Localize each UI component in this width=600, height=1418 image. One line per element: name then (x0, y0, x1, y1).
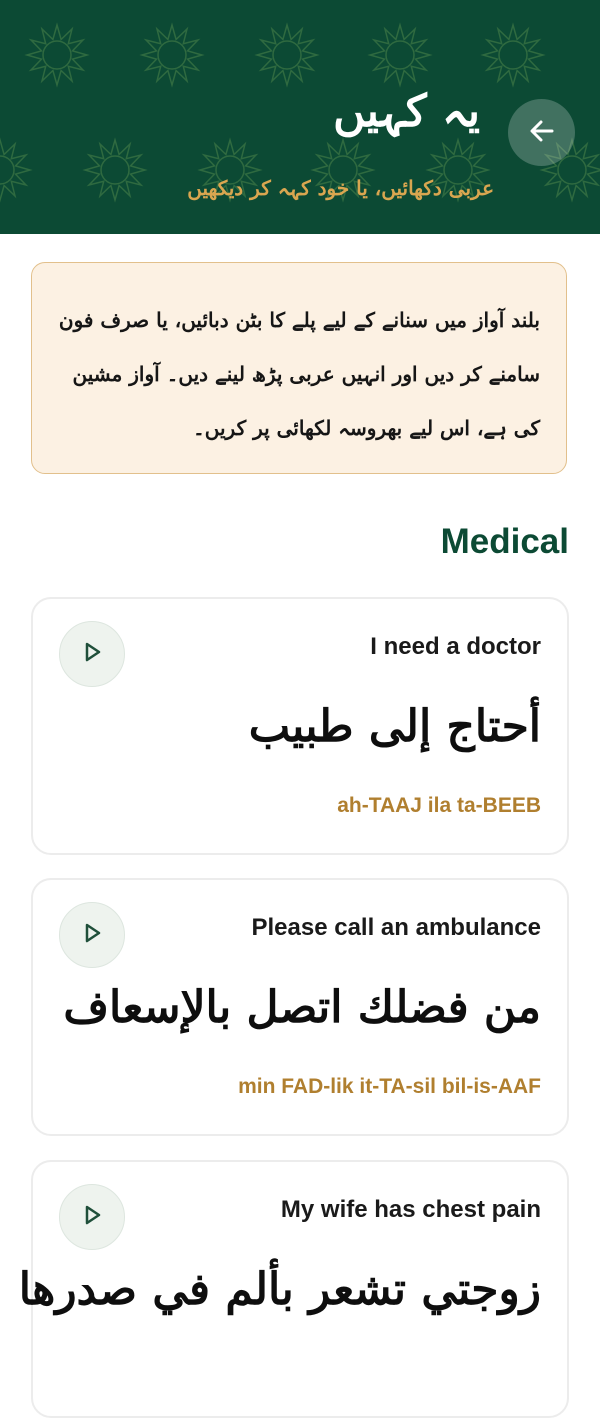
page-title: یہ کہیں (333, 86, 480, 137)
star-ornament (139, 22, 205, 88)
play-icon (80, 640, 104, 668)
star-ornament (24, 22, 90, 88)
play-button[interactable] (59, 902, 125, 968)
star-ornament (82, 137, 148, 203)
phrase-transliteration: min FAD-lik it-TA-sil bil-is-AAF (238, 1075, 541, 1098)
star-ornament (480, 22, 546, 88)
phrase-arabic: زوجتي تشعر بألم في صدرها (18, 1264, 541, 1315)
phrase-english: My wife has chest pain (280, 1196, 541, 1223)
phrase-arabic: من فضلك اتصل بالإسعاف (63, 982, 541, 1033)
phrase-transliteration: ah-TAAJ ila ta-BEEB (337, 794, 541, 817)
arrow-left-icon (528, 117, 556, 149)
play-button[interactable] (59, 1184, 125, 1250)
play-icon (80, 921, 104, 949)
star-ornament (367, 22, 433, 88)
back-button[interactable] (508, 99, 575, 166)
info-text: بلند آواز میں سنانے کے لیے پلے کا بٹن دب… (58, 308, 540, 440)
info-box: بلند آواز میں سنانے کے لیے پلے کا بٹن دب… (31, 262, 567, 474)
phrase-arabic: أحتاج إلى طبيب (248, 701, 541, 752)
page-subtitle: عربی دکھائیں، یا خود کہہ کر دیکھیں (187, 176, 494, 200)
star-ornament (0, 137, 33, 203)
phrase-english: I need a doctor (370, 633, 541, 660)
star-ornament (254, 22, 320, 88)
play-button[interactable] (59, 621, 125, 687)
phrase-card: Please call an ambulance من فضلك اتصل با… (31, 878, 569, 1136)
phrase-card: My wife has chest pain زوجتي تشعر بألم ف… (19, 1160, 569, 1418)
page-header: یہ کہیں عربی دکھائیں، یا خود کہہ کر دیکھ… (0, 0, 600, 234)
phrase-english: Please call an ambulance (251, 914, 542, 941)
play-icon (80, 1203, 104, 1231)
section-title: Medical (440, 522, 569, 561)
phrase-card: I need a doctor أحتاج إلى طبيب ah-TAAJ i… (31, 597, 569, 855)
